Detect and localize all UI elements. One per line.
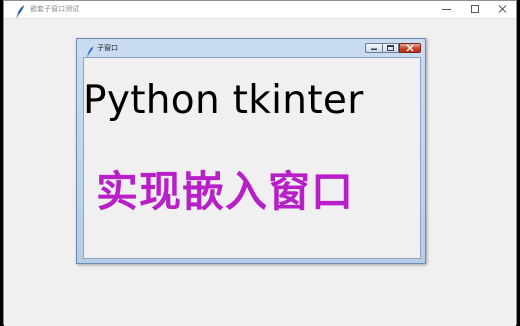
- child-maximize-button[interactable]: [382, 43, 399, 53]
- child-window-title: 子窗口: [97, 44, 118, 52]
- main-window-titlebar[interactable]: 嵌套子窗口测试: [4, 1, 516, 19]
- embed-window-caption: 实现嵌入窗口: [96, 167, 355, 216]
- close-icon: [498, 5, 507, 13]
- child-close-button[interactable]: [399, 43, 421, 53]
- minimize-icon: [442, 9, 451, 10]
- close-icon: [406, 44, 414, 52]
- maximize-icon: [387, 45, 394, 51]
- python-tkinter-label: Python tkinter: [83, 78, 364, 123]
- minimize-button[interactable]: [432, 1, 462, 18]
- child-window-titlebar[interactable]: 子窗口: [77, 39, 425, 57]
- feather-icon: [85, 42, 95, 57]
- minimize-icon: [371, 48, 377, 50]
- maximize-button[interactable]: [460, 1, 490, 18]
- main-window-title: 嵌套子窗口测试: [30, 5, 79, 13]
- feather-icon: [14, 3, 26, 18]
- child-minimize-button[interactable]: [365, 43, 382, 53]
- embedded-child-window: 子窗口 Python tkinter 实现嵌入窗口: [76, 38, 426, 264]
- child-window-client-area: Python tkinter 实现嵌入窗口: [83, 57, 421, 259]
- close-button[interactable]: [488, 1, 518, 18]
- maximize-icon: [471, 5, 479, 13]
